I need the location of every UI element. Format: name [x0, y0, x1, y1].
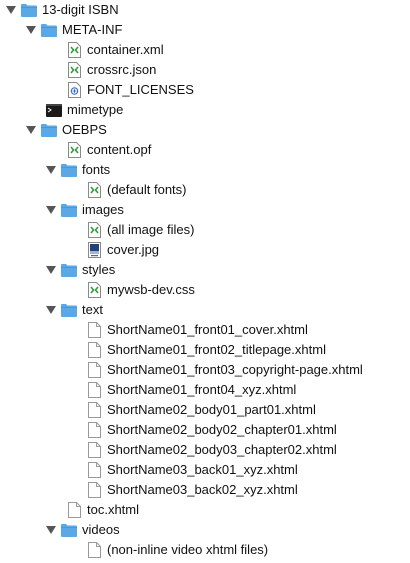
tree-row-toc-xhtml[interactable]: toc.xhtml	[0, 500, 410, 520]
folder-icon	[21, 2, 37, 18]
xml-file-icon	[66, 142, 82, 158]
blank-file-icon	[86, 402, 102, 418]
tree-row-mywsb-dev-css[interactable]: mywsb-dev.css	[0, 280, 410, 300]
folder-icon	[61, 262, 77, 278]
blank-file-icon	[86, 342, 102, 358]
disclosure-triangle-expanded-icon[interactable]	[6, 5, 16, 15]
blank-file-icon	[86, 382, 102, 398]
tree-row-text[interactable]: text	[0, 300, 410, 320]
xml-file-icon	[66, 62, 82, 78]
tree-item-label: ShortName01_front01_cover.xhtml	[107, 322, 308, 337]
tree-item-label: (non-inline video xhtml files)	[107, 542, 269, 557]
tree-item-label: mimetype	[67, 102, 124, 117]
tree-item-label: styles	[82, 262, 116, 277]
tree-row-mimetype[interactable]: mimetype	[0, 100, 410, 120]
folder-icon	[61, 162, 77, 178]
tree-row-styles[interactable]: styles	[0, 260, 410, 280]
disclosure-triangle-expanded-icon[interactable]	[46, 165, 56, 175]
tree-item-label: ShortName01_front02_titlepage.xhtml	[107, 342, 326, 357]
tree-row-body03-chapter02[interactable]: ShortName02_body03_chapter02.xhtml	[0, 440, 410, 460]
tree-row-13-digit-isbn[interactable]: 13-digit ISBN	[0, 0, 410, 20]
tree-item-label: mywsb-dev.css	[107, 282, 195, 297]
tree-item-label: ShortName03_back02_xyz.xhtml	[107, 482, 298, 497]
folder-icon	[61, 202, 77, 218]
tree-row-content-opf[interactable]: content.opf	[0, 140, 410, 160]
image-file-icon	[86, 242, 102, 258]
tree-row-oebps[interactable]: OEBPS	[0, 120, 410, 140]
xml-file-icon	[86, 222, 102, 238]
tree-row-front01-cover[interactable]: ShortName01_front01_cover.xhtml	[0, 320, 410, 340]
folder-icon	[41, 122, 57, 138]
tree-row-back01-xyz[interactable]: ShortName03_back01_xyz.xhtml	[0, 460, 410, 480]
tree-row-crossrc-json[interactable]: crossrc.json	[0, 60, 410, 80]
tree-row-default-fonts[interactable]: (default fonts)	[0, 180, 410, 200]
tree-row-meta-inf[interactable]: META-INF	[0, 20, 410, 40]
blank-file-icon	[66, 502, 82, 518]
tree-item-label: FONT_LICENSES	[87, 82, 194, 97]
tree-row-container-xml[interactable]: container.xml	[0, 40, 410, 60]
file-tree: 13-digit ISBN META-INF container.xml cro…	[0, 0, 410, 563]
folder-icon	[41, 22, 57, 38]
disclosure-triangle-expanded-icon[interactable]	[46, 205, 56, 215]
tree-item-label: (default fonts)	[107, 182, 187, 197]
tree-row-non-inline-video[interactable]: (non-inline video xhtml files)	[0, 540, 410, 560]
xml-file-icon	[86, 282, 102, 298]
tree-item-label: text	[82, 302, 103, 317]
tree-item-label: OEBPS	[62, 122, 107, 137]
blank-file-icon	[86, 542, 102, 558]
tree-row-all-image-files[interactable]: (all image files)	[0, 220, 410, 240]
tree-row-front02-titlepage[interactable]: ShortName01_front02_titlepage.xhtml	[0, 340, 410, 360]
tree-item-label: cover.jpg	[107, 242, 160, 257]
xml-file-icon	[66, 42, 82, 58]
tree-item-label: 13-digit ISBN	[42, 2, 119, 17]
tree-row-videos[interactable]: videos	[0, 520, 410, 540]
tree-item-label: ShortName03_back01_xyz.xhtml	[107, 462, 298, 477]
disclosure-triangle-expanded-icon[interactable]	[26, 125, 36, 135]
folder-icon	[61, 522, 77, 538]
tree-row-back02-xyz[interactable]: ShortName03_back02_xyz.xhtml	[0, 480, 410, 500]
tree-row-body01-part01[interactable]: ShortName02_body01_part01.xhtml	[0, 400, 410, 420]
tree-row-images[interactable]: images	[0, 200, 410, 220]
tree-row-font-licenses[interactable]: FONT_LICENSES	[0, 80, 410, 100]
blank-file-icon	[86, 442, 102, 458]
blank-file-icon	[86, 422, 102, 438]
tree-item-label: ShortName02_body02_chapter01.xhtml	[107, 422, 337, 437]
tree-row-cover-jpg[interactable]: cover.jpg	[0, 240, 410, 260]
text-file-icon	[66, 82, 82, 98]
terminal-file-icon	[46, 102, 62, 118]
blank-file-icon	[86, 462, 102, 478]
disclosure-triangle-expanded-icon[interactable]	[46, 305, 56, 315]
tree-item-label: toc.xhtml	[87, 502, 140, 517]
tree-item-label: (all image files)	[107, 222, 195, 237]
tree-row-front03-copyright[interactable]: ShortName01_front03_copyright-page.xhtml	[0, 360, 410, 380]
blank-file-icon	[86, 362, 102, 378]
tree-item-label: ShortName02_body01_part01.xhtml	[107, 402, 316, 417]
tree-item-label: videos	[82, 522, 120, 537]
tree-item-label: content.opf	[87, 142, 152, 157]
tree-item-label: ShortName01_front03_copyright-page.xhtml	[107, 362, 363, 377]
disclosure-triangle-expanded-icon[interactable]	[46, 265, 56, 275]
blank-file-icon	[86, 322, 102, 338]
xml-file-icon	[86, 182, 102, 198]
tree-item-label: images	[82, 202, 124, 217]
tree-item-label: crossrc.json	[87, 62, 157, 77]
blank-file-icon	[86, 482, 102, 498]
tree-item-label: ShortName02_body03_chapter02.xhtml	[107, 442, 337, 457]
tree-item-label: META-INF	[62, 22, 123, 37]
tree-item-label: fonts	[82, 162, 111, 177]
tree-row-fonts[interactable]: fonts	[0, 160, 410, 180]
tree-item-label: ShortName01_front04_xyz.xhtml	[107, 382, 297, 397]
disclosure-triangle-expanded-icon[interactable]	[26, 25, 36, 35]
tree-row-front04-xyz[interactable]: ShortName01_front04_xyz.xhtml	[0, 380, 410, 400]
folder-icon	[61, 302, 77, 318]
disclosure-triangle-expanded-icon[interactable]	[46, 525, 56, 535]
tree-item-label: container.xml	[87, 42, 164, 57]
tree-row-body02-chapter01[interactable]: ShortName02_body02_chapter01.xhtml	[0, 420, 410, 440]
